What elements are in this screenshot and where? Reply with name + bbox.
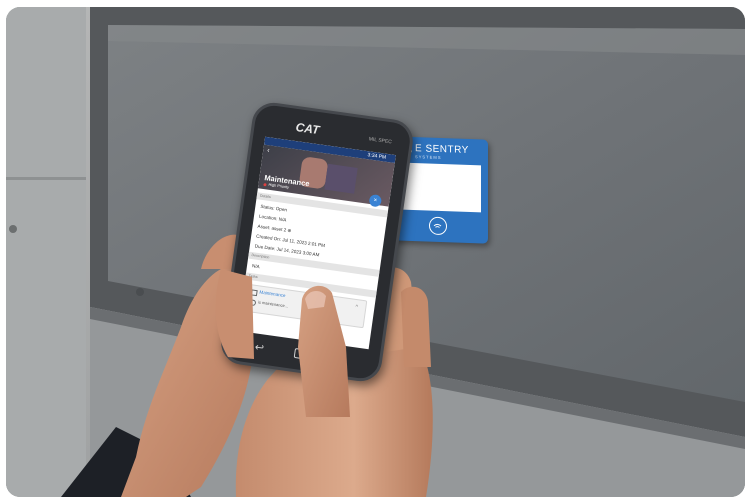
details-section: Details Status: Open Location: N/A Asset…: [238, 192, 389, 349]
section-tasks-label: Tasks: [248, 273, 259, 280]
nfc-tag-icon: [429, 216, 447, 236]
status-field: Status: Open: [260, 203, 288, 213]
description-value: N/A: [251, 263, 261, 270]
task-radio-icon[interactable]: [249, 299, 257, 307]
nav-search-icon[interactable]: ⚲: [331, 351, 340, 363]
asset-field[interactable]: Asset: asset 2 ⊕: [257, 224, 291, 235]
esentry-label-area: [399, 162, 481, 213]
section-details-label: Details: [259, 193, 272, 200]
section-description-label: Description: [251, 253, 270, 260]
nav-back-icon[interactable]: ↩: [254, 340, 265, 354]
task-subtitle: is maintenance...: [257, 299, 289, 309]
phone-screen: 3:34 PM ‹ Maintenance High Priority × De…: [237, 136, 396, 350]
photo-scene: E SENTRY S Y S T E M S CAT MIL SPEC 3:34…: [6, 7, 745, 497]
location-field: Location: N/A: [258, 213, 287, 223]
task-expand-icon[interactable]: ^: [355, 304, 358, 310]
nav-home-icon[interactable]: [293, 347, 307, 360]
esentry-brand-sub: S Y S T E M S: [415, 154, 441, 160]
task-checkbox-icon[interactable]: [250, 289, 258, 297]
task-title: Maintenance: [259, 289, 286, 299]
